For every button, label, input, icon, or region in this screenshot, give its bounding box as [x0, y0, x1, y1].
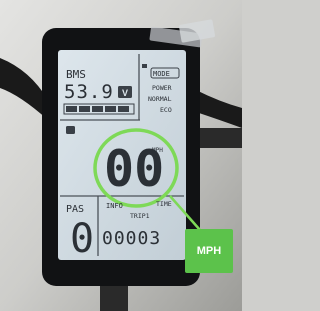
time-label: TIME — [156, 200, 172, 208]
pas-level: 0 — [70, 216, 94, 262]
mode-power: POWER — [152, 84, 172, 92]
trip-label: TRIP1 — [130, 212, 150, 220]
status-icon — [142, 64, 147, 68]
mode-normal: NORMAL — [148, 95, 172, 103]
status-icon — [66, 126, 75, 134]
mode-label: MODE — [153, 70, 170, 78]
voltage-readout: 53.9 — [64, 81, 114, 103]
odometer-readout: 00003 — [102, 228, 161, 249]
pas-label: PAS — [66, 204, 84, 215]
voltage-unit: V — [122, 88, 128, 98]
mph-callout-label: MPH — [196, 245, 222, 257]
info-label: INFO — [106, 202, 123, 210]
bms-label: BMS — [66, 68, 86, 81]
mph-callout-box: MPH — [185, 229, 233, 273]
speed-unit: MPH — [152, 147, 163, 154]
mode-eco: ECO — [160, 106, 172, 114]
